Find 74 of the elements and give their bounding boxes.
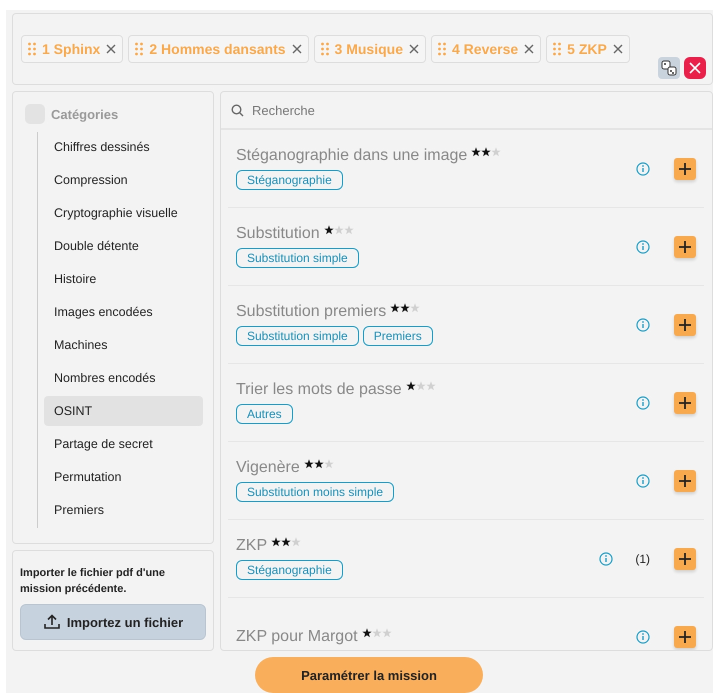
challenge-title: Trier les mots de passe — [236, 381, 402, 399]
tag: Premiers — [362, 326, 433, 346]
import-text: Importer le fichier pdf d'une mission précédente. — [20, 566, 166, 597]
add-button[interactable] — [674, 626, 696, 648]
mission-label: 2 Hommes dansants — [149, 41, 286, 57]
add-button[interactable] — [674, 470, 696, 492]
challenge-title: Vigenère — [236, 459, 300, 477]
category-item[interactable]: Images encodées — [44, 297, 203, 327]
tag: Substitution simple — [236, 326, 359, 346]
plus-icon — [678, 240, 692, 254]
add-button[interactable] — [674, 158, 696, 180]
category-item[interactable]: Partage de secret — [44, 429, 203, 459]
dice-button[interactable] — [658, 57, 680, 79]
upload-icon — [42, 614, 61, 630]
tag: Stéganographie — [236, 170, 343, 190]
remove-icon[interactable] — [106, 44, 116, 54]
search-icon — [231, 104, 244, 116]
category-item[interactable]: Chiffres dessinés — [44, 132, 203, 162]
remove-icon[interactable] — [409, 44, 419, 54]
info-icon[interactable] — [636, 474, 650, 488]
add-button[interactable] — [674, 314, 696, 336]
info-icon[interactable] — [599, 552, 614, 566]
category-item[interactable]: Double détente — [44, 231, 203, 261]
info-icon[interactable] — [636, 318, 650, 332]
info-icon[interactable] — [636, 162, 650, 176]
plus-icon — [678, 474, 692, 488]
challenge-title: ZKP — [236, 537, 268, 555]
drag-handle-icon[interactable] — [438, 42, 446, 56]
tag: Autres — [236, 404, 293, 424]
import-button[interactable]: Importez un fichier — [20, 604, 206, 640]
plus-icon — [678, 396, 692, 410]
count: (1) — [635, 552, 650, 566]
category-item[interactable]: Compression — [44, 165, 203, 195]
categories-title: Catégories — [51, 106, 118, 122]
mission-label: 5 ZKP — [567, 41, 607, 57]
remove-icon[interactable] — [524, 44, 534, 54]
info-icon[interactable] — [636, 240, 650, 254]
plus-icon — [678, 162, 692, 176]
info-icon[interactable] — [636, 396, 650, 410]
configure-mission-button[interactable]: Paramétrer la mission — [255, 657, 483, 693]
drag-handle-icon[interactable] — [553, 42, 562, 56]
challenge-title: Substitution premiers — [236, 303, 386, 321]
plus-icon — [678, 630, 692, 644]
tag: Substitution moins simple — [236, 482, 394, 502]
category-item[interactable]: Nombres encodés — [44, 363, 203, 393]
close-icon — [688, 61, 702, 75]
dice-icon — [661, 60, 677, 76]
add-button[interactable] — [674, 236, 696, 258]
tag: Stéganographie — [236, 560, 343, 580]
category-item[interactable]: Cryptographie visuelle — [44, 198, 203, 228]
remove-icon[interactable] — [612, 44, 623, 54]
challenge-title: ZKP pour Margot — [236, 628, 358, 646]
category-item[interactable]: Histoire — [44, 264, 203, 294]
tag: Substitution simple — [236, 248, 359, 268]
drag-handle-icon[interactable] — [135, 42, 144, 56]
drag-handle-icon[interactable] — [320, 42, 329, 56]
plus-icon — [678, 318, 692, 332]
close-button[interactable] — [684, 57, 706, 79]
challenge-title: Substitution — [236, 225, 320, 243]
remove-icon[interactable] — [292, 44, 302, 54]
category-item[interactable]: Machines — [44, 330, 203, 360]
category-item[interactable]: OSINT — [44, 396, 203, 426]
add-button[interactable] — [674, 548, 696, 570]
drag-handle-icon[interactable] — [28, 42, 36, 56]
category-item[interactable]: Premiers — [44, 495, 203, 525]
mission-label: 4 Reverse — [452, 41, 518, 57]
mission-label: 1 Sphinx — [42, 41, 100, 57]
search-field[interactable]: Recherche — [250, 102, 702, 118]
challenge-title: Stéganographie dans une image — [236, 147, 468, 165]
category-item[interactable]: Permutation — [44, 462, 203, 492]
plus-icon — [678, 552, 692, 566]
info-icon[interactable] — [636, 630, 650, 644]
add-button[interactable] — [674, 392, 696, 414]
mission-label: 3 Musique — [334, 41, 403, 57]
